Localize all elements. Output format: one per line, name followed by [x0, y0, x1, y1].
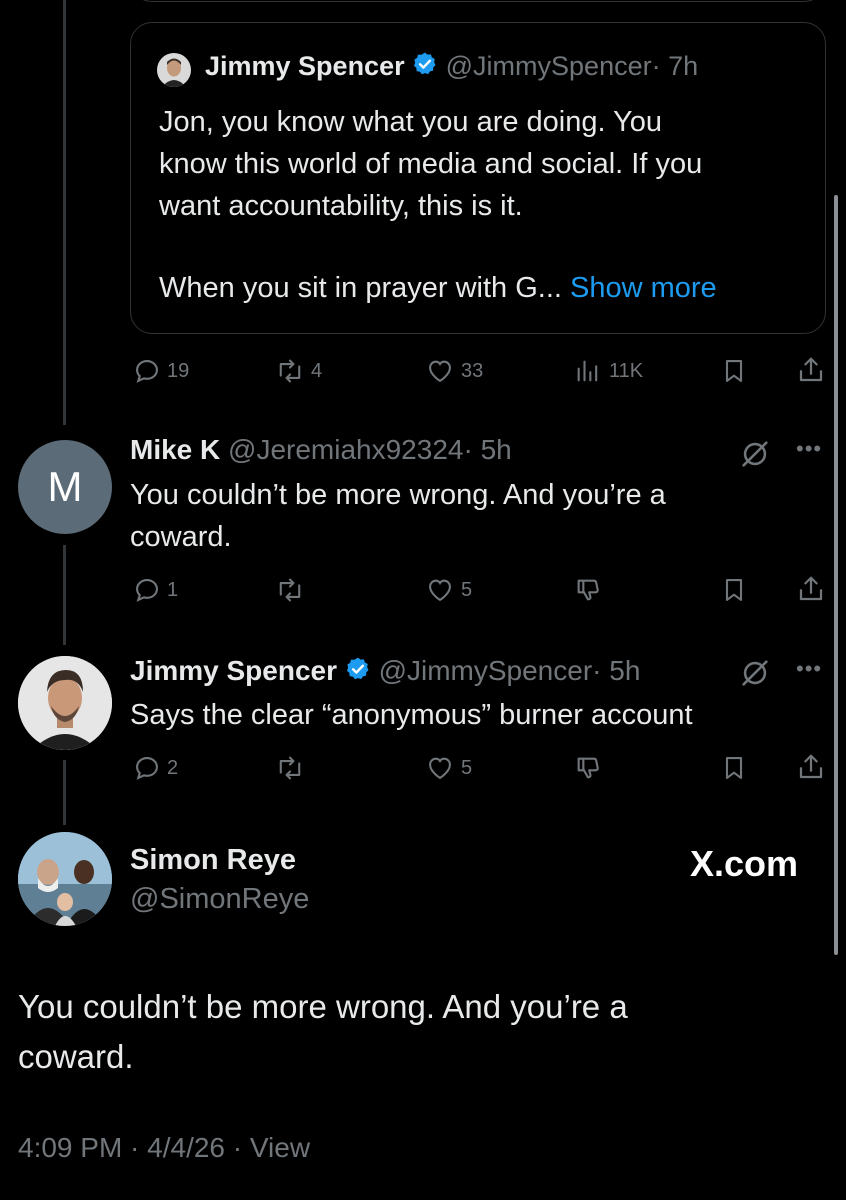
author-name[interactable]: Simon Reye: [130, 844, 309, 877]
thumbs-down-icon: [577, 579, 599, 601]
author-name[interactable]: Jimmy Spencer: [205, 51, 405, 81]
tweet-text: Says the clear “anonymous” burner accoun…: [130, 699, 693, 731]
like-button[interactable]: 33: [425, 357, 483, 385]
author-name[interactable]: Mike K: [130, 434, 220, 465]
author-handle[interactable]: @JimmySpencer: [379, 655, 593, 686]
grok-icon[interactable]: [738, 656, 772, 695]
avatar[interactable]: [18, 832, 112, 926]
author-handle[interactable]: @Jeremiahx92324: [228, 434, 463, 465]
show-more-link[interactable]: Show more: [570, 272, 717, 304]
thread-line: [63, 545, 66, 645]
repost-button[interactable]: 4: [275, 357, 322, 385]
grok-icon[interactable]: [738, 437, 772, 476]
reply-button[interactable]: 1: [133, 576, 178, 604]
tweet-text: You couldn’t be more wrong. And you’re a: [130, 479, 666, 511]
downvote-button[interactable]: [573, 576, 603, 604]
analytics-icon: [577, 360, 598, 382]
bookmark-button[interactable]: [720, 576, 748, 604]
thumbs-down-icon: [577, 757, 599, 779]
tweet-timestamp[interactable]: 4:09 PM · 4/4/26 · View: [18, 1132, 310, 1164]
like-count: 5: [461, 578, 473, 601]
like-button[interactable]: 5: [425, 754, 472, 782]
verified-badge-icon: [412, 51, 438, 84]
bookmark-button[interactable]: [720, 754, 748, 782]
repost-button[interactable]: [275, 576, 311, 604]
x-com-watermark: X.com: [690, 843, 799, 884]
scrollbar[interactable]: [834, 195, 838, 955]
views-count: 11K: [609, 359, 644, 382]
repost-button[interactable]: [275, 754, 311, 782]
views-button[interactable]: 11K: [573, 357, 643, 385]
share-icon: [799, 754, 823, 779]
like-count: 33: [461, 359, 484, 382]
more-options-icon[interactable]: •••: [796, 436, 822, 462]
quoted-tweet-card[interactable]: Jimmy Spencer @JimmySpencer· 7h Jon, you…: [130, 22, 826, 334]
heart-icon: [429, 579, 451, 602]
heart-icon: [429, 360, 451, 383]
reply-icon: [136, 757, 158, 780]
reply-button[interactable]: 19: [133, 357, 189, 385]
tweet-text: Jon, you know what you are doing. You: [159, 106, 663, 138]
avatar[interactable]: [18, 656, 112, 750]
reply-icon: [136, 360, 158, 383]
bookmark-button[interactable]: [720, 357, 748, 385]
author-handle[interactable]: @SimonReye: [130, 883, 309, 916]
share-icon: [799, 357, 823, 382]
avatar[interactable]: [157, 53, 191, 87]
reply-count: 2: [167, 756, 179, 779]
reply-button[interactable]: 2: [133, 754, 178, 782]
tweet-time: · 7h: [651, 51, 699, 81]
like-count: 5: [461, 756, 473, 779]
tweet-text: coward.: [130, 521, 232, 553]
tweet-text: When you sit in prayer with G...: [159, 272, 562, 304]
avatar-initial: M: [47, 463, 83, 510]
reply-icon: [136, 579, 158, 602]
tweet-time: · 5h: [463, 434, 512, 465]
bookmark-icon: [725, 360, 743, 382]
bookmark-icon: [725, 579, 743, 601]
repost-icon: [279, 359, 301, 383]
reply-count: 19: [167, 359, 190, 382]
repost-count: 4: [311, 359, 323, 382]
author-name[interactable]: Jimmy Spencer: [130, 655, 337, 686]
thread-line: [63, 0, 66, 425]
tweet-text: You couldn’t be more wrong. And you’re a: [18, 988, 628, 1025]
tweet-text: want accountability, this is it.: [159, 190, 523, 222]
share-button[interactable]: [796, 355, 826, 385]
verified-badge-icon: [345, 656, 371, 689]
downvote-button[interactable]: [573, 754, 603, 782]
author-handle[interactable]: @JimmySpencer: [446, 51, 652, 81]
previous-media-strip: [130, 0, 826, 2]
share-icon: [799, 576, 823, 601]
more-options-icon[interactable]: •••: [796, 656, 822, 682]
repost-icon: [279, 578, 301, 602]
like-button[interactable]: 5: [425, 576, 472, 604]
thread-line: [63, 760, 66, 825]
avatar[interactable]: M: [18, 440, 112, 534]
heart-icon: [429, 757, 451, 780]
reply-count: 1: [167, 578, 179, 601]
repost-icon: [279, 756, 301, 780]
bookmark-icon: [725, 757, 743, 779]
share-button[interactable]: [796, 752, 826, 782]
share-button[interactable]: [796, 574, 826, 604]
tweet-time: · 5h: [592, 655, 641, 686]
tweet-text: know this world of media and social. If …: [159, 148, 703, 180]
tweet-text: coward.: [18, 1038, 134, 1075]
